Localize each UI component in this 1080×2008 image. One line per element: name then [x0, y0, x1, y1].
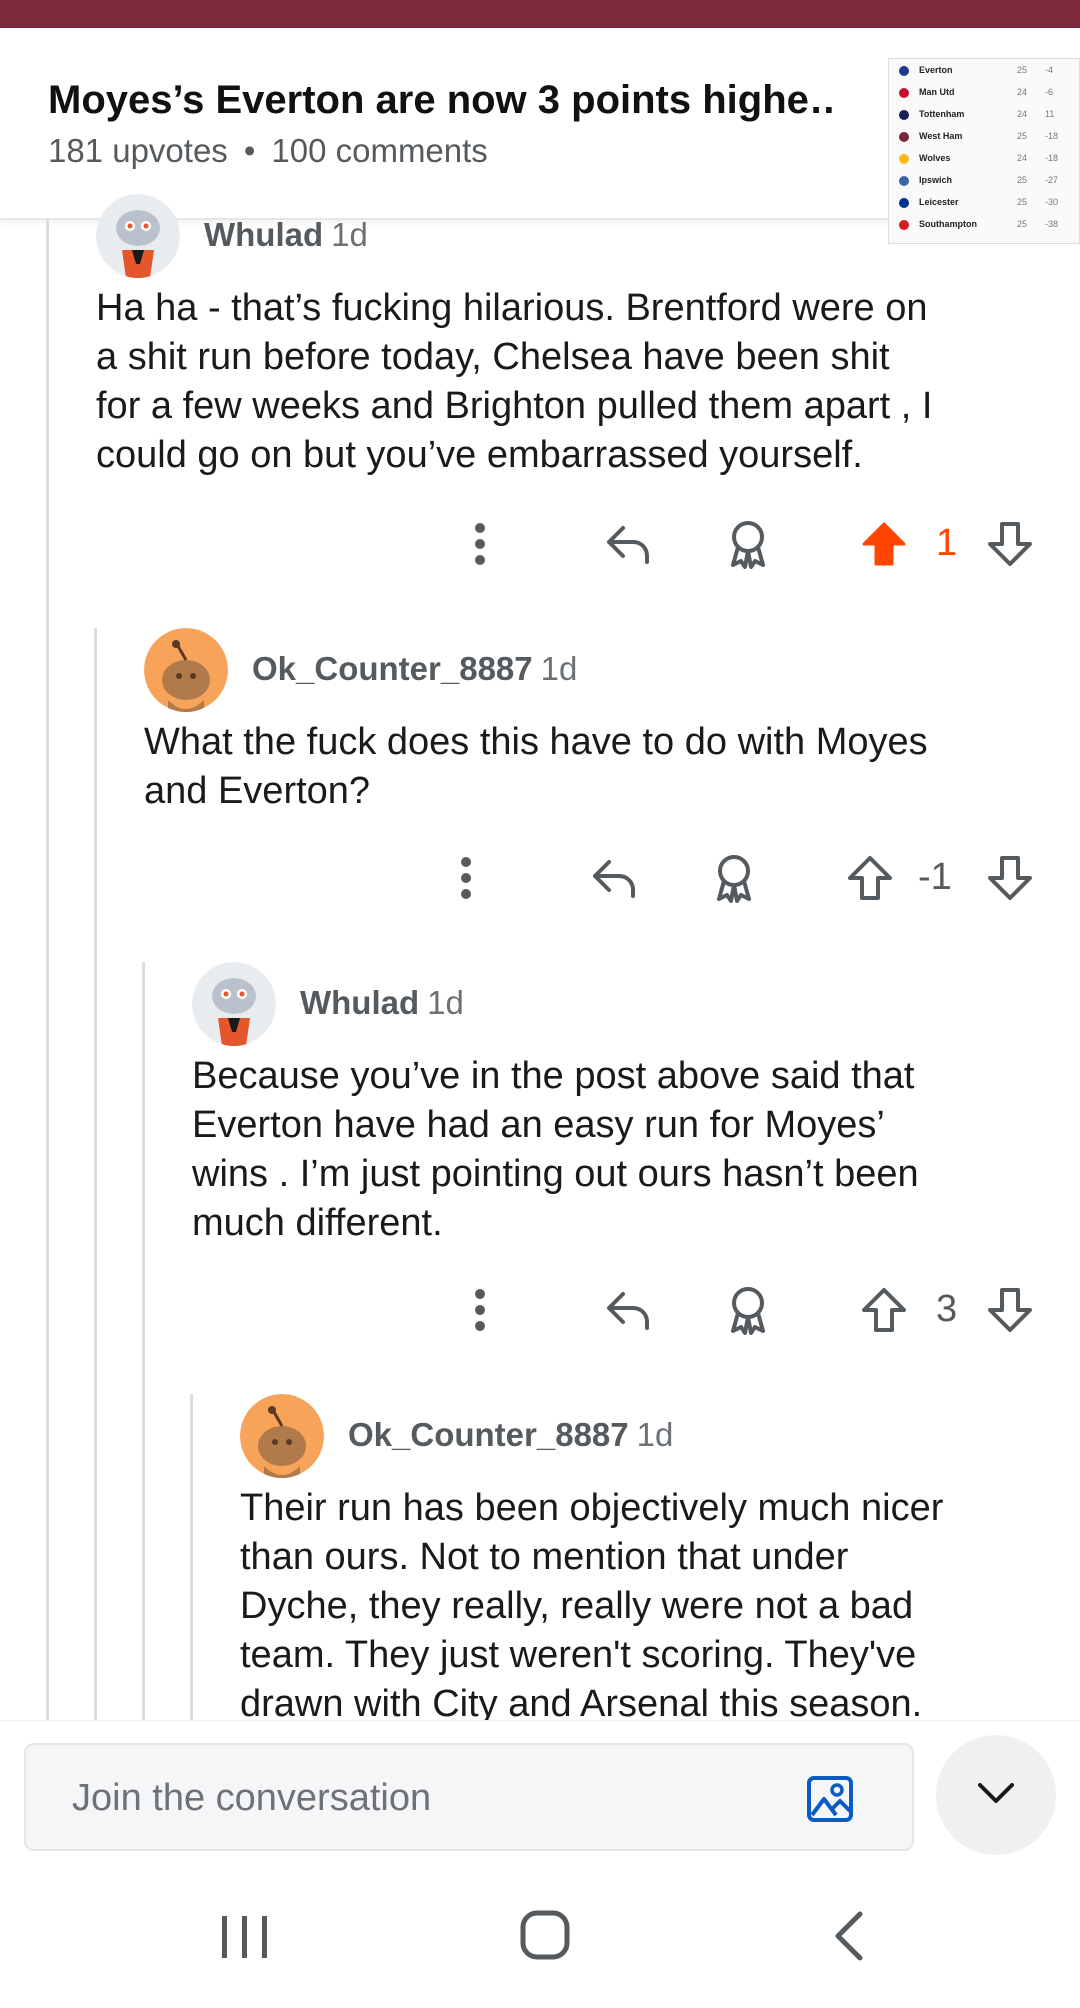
- composer-bar: Join the conversation: [0, 1720, 1080, 1861]
- avatar[interactable]: [240, 1394, 324, 1478]
- collapse-thread-button[interactable]: [936, 1735, 1056, 1855]
- comment-clip: Ok_Counter_8887 1d Their run has been obj…: [0, 0, 1080, 1720]
- recent-apps-icon[interactable]: [220, 1914, 270, 1960]
- comment-author[interactable]: Ok_Counter_8887 1d: [348, 1416, 673, 1454]
- image-icon[interactable]: [806, 1775, 854, 1823]
- home-icon[interactable]: [520, 1910, 570, 1960]
- comment-body: Their run has been objectively much nice…: [240, 1487, 944, 1720]
- composer-placeholder: Join the conversation: [72, 1777, 432, 1819]
- comment-age: 1d: [636, 1416, 674, 1453]
- system-nav-bar: [0, 1860, 1080, 2008]
- chevron-down-icon: [978, 1783, 1014, 1803]
- back-icon[interactable]: [830, 1910, 870, 1962]
- comment-composer-input[interactable]: Join the conversation: [24, 1743, 914, 1851]
- comment[interactable]: Ok_Counter_8887 1d Their run has been obj…: [240, 1394, 1060, 1720]
